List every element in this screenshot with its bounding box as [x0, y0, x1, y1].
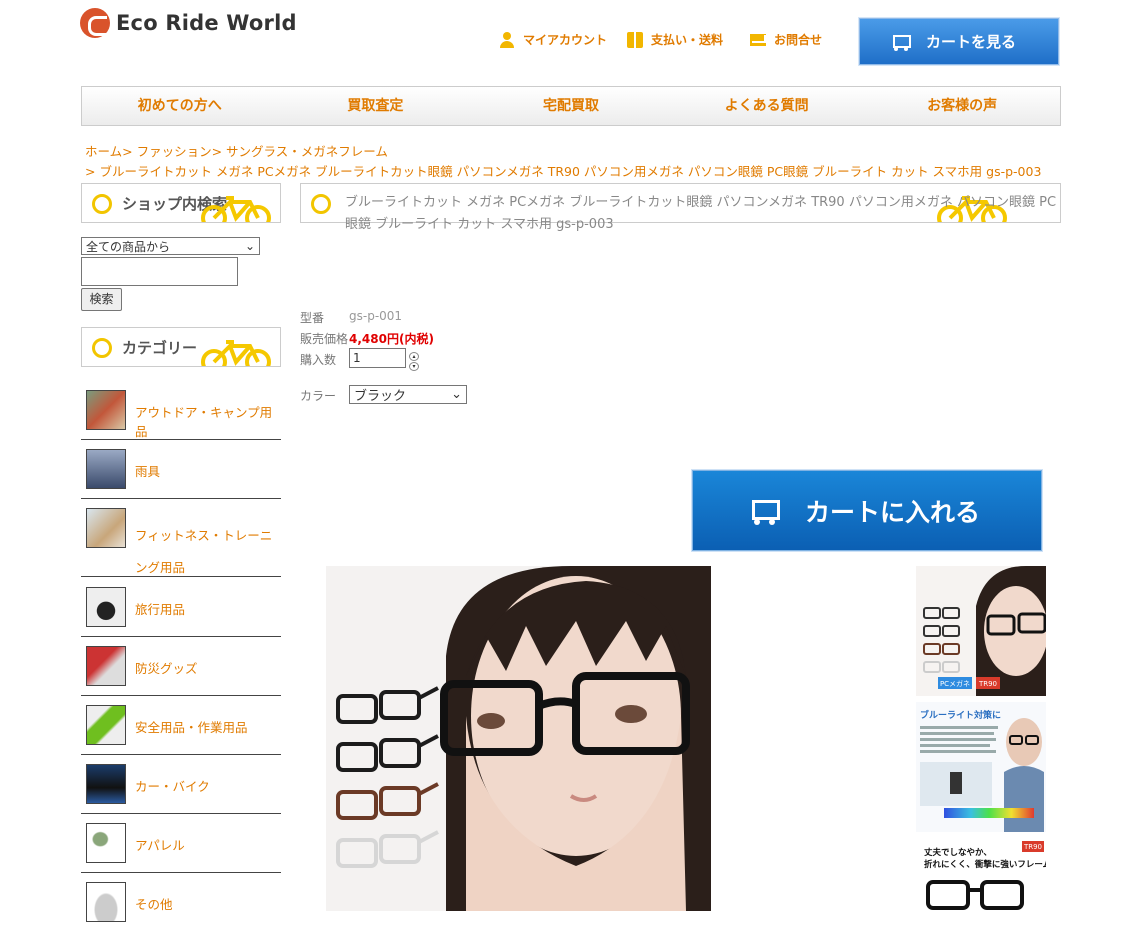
- category-label: 防災グッズ: [135, 661, 198, 676]
- category-label: カー・バイク: [135, 779, 210, 794]
- thumbnail-badge-tr90: TR90: [1023, 843, 1042, 851]
- category-label: アウトドア・キャンプ用品: [135, 405, 273, 439]
- circle-icon: [311, 194, 331, 214]
- category-thumbnail: [86, 449, 126, 489]
- product-photo: [326, 566, 711, 911]
- search-category-value: 全ての商品から: [86, 239, 171, 254]
- model-label: 型番: [300, 311, 325, 325]
- category-label: 雨具: [135, 464, 161, 479]
- category-item-outdoor[interactable]: アウトドア・キャンプ用品: [81, 382, 281, 440]
- site-logo[interactable]: Eco Ride World: [80, 6, 320, 40]
- search-category-select[interactable]: 全ての商品から ⌄: [81, 237, 260, 255]
- stepper-up-icon[interactable]: ▴: [409, 352, 419, 361]
- model-value: gs-p-001: [349, 309, 403, 323]
- bicycle-icon: [201, 340, 271, 366]
- my-account-label: マイアカウント: [523, 33, 608, 47]
- price-label: 販売価格: [300, 332, 349, 346]
- nav-item-appraisal[interactable]: 買取査定: [278, 87, 474, 125]
- cart-icon: [890, 33, 912, 51]
- thumbnail-badge-pc: PCメガネ: [940, 679, 970, 688]
- category-thumbnail: [86, 764, 126, 804]
- category-thumbnail: [86, 587, 126, 627]
- category-label: 安全用品・作業用品: [135, 720, 248, 735]
- add-to-cart-button[interactable]: カートに入れる: [692, 470, 1042, 551]
- product-thumbnail-2[interactable]: ブルーライト対策に: [916, 702, 1046, 832]
- cart-icon: [747, 497, 781, 525]
- nav-item-faq[interactable]: よくある質問: [669, 87, 865, 125]
- color-label: カラー: [300, 389, 337, 403]
- category-label: アパレル: [135, 838, 185, 853]
- category-thumbnail: [86, 390, 126, 430]
- main-nav: 初めての方へ 買取査定 宅配買取 よくある質問 お客様の声: [81, 86, 1061, 126]
- nav-item-delivery-purchase[interactable]: 宅配買取: [473, 87, 669, 125]
- category-label: 旅行用品: [135, 602, 186, 617]
- quantity-input[interactable]: 1: [349, 348, 406, 368]
- user-icon: [499, 31, 515, 48]
- contact-link[interactable]: お問合せ: [750, 31, 822, 48]
- add-to-cart-label: カートに入れる: [805, 497, 981, 527]
- search-button[interactable]: 検索: [81, 288, 122, 311]
- thumbnail-photo: PCメガネ TR90: [916, 566, 1046, 696]
- chevron-down-icon: ⌄: [451, 387, 462, 402]
- logo-text: Eco Ride World: [116, 11, 297, 35]
- category-item-safety[interactable]: 安全用品・作業用品: [81, 696, 281, 755]
- bicycle-icon: [201, 196, 271, 222]
- color-select[interactable]: ブラック ⌄: [349, 385, 467, 404]
- circle-icon: [92, 338, 112, 358]
- category-item-disaster[interactable]: 防災グッズ: [81, 637, 281, 696]
- mail-icon: [750, 33, 766, 46]
- category-title: カテゴリー: [122, 339, 198, 357]
- quantity-label: 購入数: [300, 353, 337, 367]
- breadcrumb-current: > ブルーライトカット メガネ PCメガネ ブルーライトカット眼鏡 パソコンメガ…: [85, 164, 1042, 179]
- category-label: フィットネス・トレーニング用品: [135, 528, 273, 575]
- payment-shipping-link[interactable]: 支払い・送料: [627, 31, 723, 48]
- product-thumbnail-3[interactable]: 丈夫でしなやか、 折れにくく、衝撃に強いフレーム TR90: [916, 838, 1046, 911]
- category-item-rainwear[interactable]: 雨具: [81, 441, 281, 499]
- category-item-car-bike[interactable]: カー・バイク: [81, 755, 281, 814]
- payment-shipping-label: 支払い・送料: [651, 33, 724, 47]
- quantity-stepper[interactable]: ▴ ▾: [409, 352, 419, 371]
- thumbnail-badge-tr90: TR90: [978, 680, 997, 688]
- category-item-travel[interactable]: 旅行用品: [81, 578, 281, 637]
- product-main-image[interactable]: [326, 566, 711, 911]
- breadcrumb-line1[interactable]: ホーム> ファッション> サングラス・メガネフレーム: [85, 142, 1075, 162]
- shop-search-header: ショップ内検索: [81, 183, 281, 223]
- category-thumbnail: [86, 705, 126, 745]
- search-input[interactable]: [81, 257, 238, 286]
- contact-label: お問合せ: [774, 33, 823, 47]
- my-account-link[interactable]: マイアカウント: [499, 31, 607, 48]
- nav-item-first-time[interactable]: 初めての方へ: [82, 87, 278, 125]
- color-select-value: ブラック: [354, 389, 407, 404]
- category-item-fitness[interactable]: フィットネス・トレーニング用品: [81, 500, 281, 577]
- chevron-down-icon: ⌄: [244, 239, 255, 253]
- logo-mark-icon: [80, 8, 110, 38]
- category-thumbnail: [86, 508, 126, 548]
- category-thumbnail: [86, 823, 126, 863]
- view-cart-button[interactable]: カートを見る: [859, 18, 1059, 65]
- thumbnail-photo: 丈夫でしなやか、 折れにくく、衝撃に強いフレーム TR90: [916, 838, 1046, 911]
- category-item-apparel[interactable]: アパレル: [81, 814, 281, 873]
- category-label: その他: [135, 897, 173, 912]
- nav-item-reviews[interactable]: お客様の声: [864, 87, 1060, 125]
- product-title: ブルーライトカット メガネ PCメガネ ブルーライトカット眼鏡 パソコンメガネ …: [345, 195, 1057, 232]
- category-header: カテゴリー: [81, 327, 281, 367]
- thumbnail-heading-line2: 折れにくく、衝撃に強いフレーム: [924, 859, 1046, 870]
- gift-icon: [627, 31, 643, 48]
- price-value: 4,480円(内税): [349, 332, 434, 346]
- category-thumbnail: [86, 646, 126, 686]
- thumbnail-heading: ブルーライト対策に: [920, 709, 1001, 721]
- circle-icon: [92, 194, 112, 214]
- thumbnail-heading-line1: 丈夫でしなやか、: [924, 847, 992, 858]
- stepper-down-icon[interactable]: ▾: [409, 362, 419, 371]
- thumbnail-photo: ブルーライト対策に: [916, 702, 1046, 832]
- product-thumbnail-1[interactable]: PCメガネ TR90: [916, 566, 1046, 696]
- view-cart-label: カートを見る: [926, 33, 1017, 51]
- category-item-other[interactable]: その他: [81, 873, 281, 931]
- breadcrumb: ホーム> ファッション> サングラス・メガネフレーム > ブルーライトカット メ…: [85, 142, 1075, 182]
- category-thumbnail: [86, 882, 126, 922]
